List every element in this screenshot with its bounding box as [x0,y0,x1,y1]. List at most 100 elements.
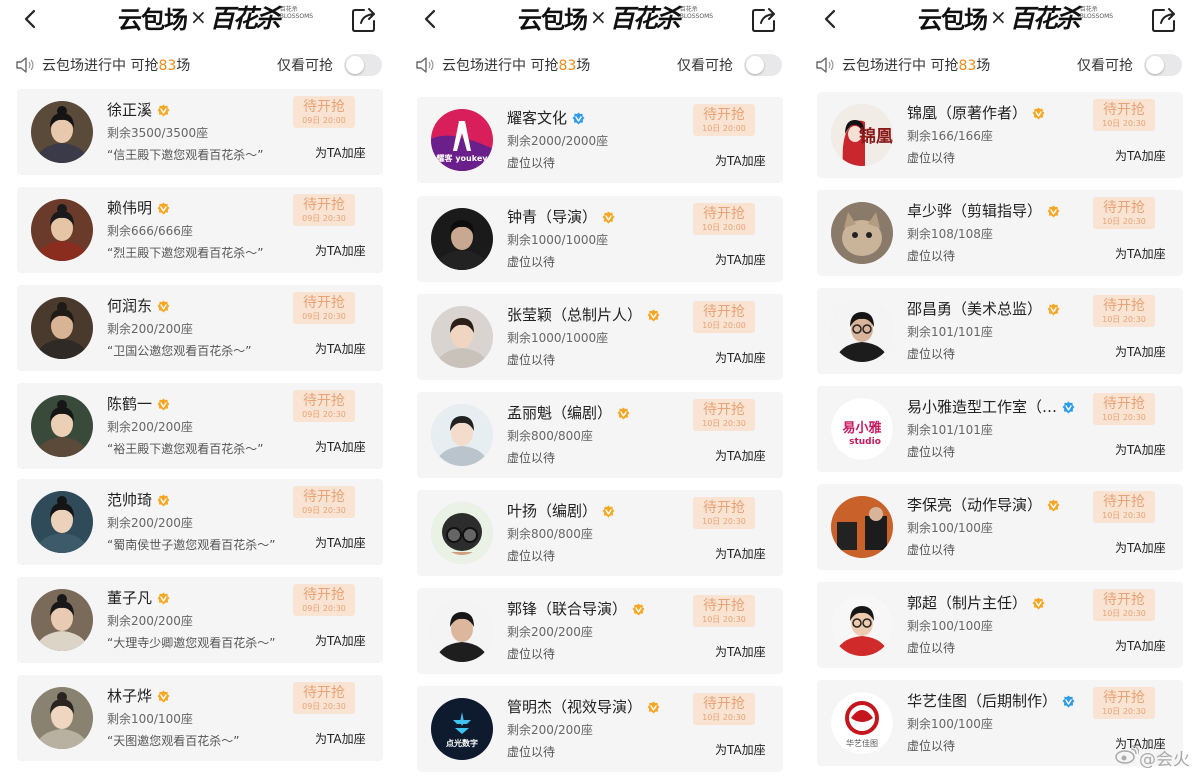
host-avatar[interactable] [31,101,93,163]
add-seat-button[interactable]: 为TA加座 [1115,147,1166,164]
verified-badge-icon [1062,694,1075,708]
screening-card[interactable]: 林子烨 剩余100/100座 “天图邀您观看百花杀～” 待开抢 09日 20:30 为TA… [17,675,383,761]
add-seat-button[interactable]: 为TA加座 [1115,343,1166,360]
host-avatar[interactable]: 华艺佳图 [831,692,893,754]
back-icon[interactable] [418,6,444,32]
drama-logo-text: 百花杀 [209,4,281,33]
host-avatar[interactable] [831,594,893,656]
add-seat-button[interactable]: 为TA加座 [315,144,366,161]
back-icon[interactable] [18,6,44,32]
screening-card[interactable]: 何润东 剩余200/200座 “卫国公邀您观看百花杀～” 待开抢 09日 20:30 为T… [17,285,383,371]
verified-badge-icon [157,397,170,411]
available-only-label: 仅看可抢 [1077,58,1133,74]
add-seat-button[interactable]: 为TA加座 [715,349,766,366]
seats-remaining: 剩余200/200座 [107,322,193,336]
screening-card[interactable]: 赖伟明 剩余666/666座 “烈王殿下邀您观看百花杀～” 待开抢 09日 20:30 为… [17,187,383,273]
screening-card[interactable]: 徐正溪 剩余3500/3500座 “信王殿下邀您观看百花杀～” 待开抢 09日 20:0… [17,89,383,175]
drama-logo-subtitle: 百花杀 BLOSSOMS [1079,6,1114,20]
share-icon[interactable] [350,6,378,34]
add-seat-button[interactable]: 为TA加座 [715,251,766,268]
host-avatar[interactable] [431,600,493,662]
back-icon[interactable] [818,6,844,32]
available-only-toggle[interactable] [1144,54,1182,76]
add-seat-button[interactable]: 为TA加座 [715,447,766,464]
status-prefix: 云包场进行中 可抢 [442,58,559,74]
pending-sale-badge: 待开抢 09日 20:30 [293,486,355,518]
screening-card[interactable]: 郭锋（联合导演） 剩余200/200座 虚位以待 待开抢 10日 20:30 为TA加座 [417,588,783,674]
screening-card[interactable]: 耀客 youkey 耀客文化 剩余2000/2000座 虚位以待 待开抢 10日 20:0… [417,97,783,183]
host-avatar[interactable] [31,491,93,553]
add-seat-button[interactable]: 为TA加座 [315,438,366,455]
pending-label: 待开抢 [303,197,345,213]
screening-card[interactable]: 叶扬（编剧） 剩余800/800座 虚位以待 待开抢 10日 20:30 为TA加座 [417,490,783,576]
host-avatar[interactable]: 锦凰 [831,104,893,166]
invitation-quote: “蜀南侯世子邀您观看百花杀～” [107,538,276,552]
pending-sale-badge: 待开抢 10日 20:00 [693,104,755,136]
host-avatar[interactable]: 点光数字 [431,698,493,760]
add-seat-button[interactable]: 为TA加座 [715,643,766,660]
host-avatar[interactable] [831,300,893,362]
share-icon[interactable] [750,6,778,34]
available-only-toggle[interactable] [744,54,782,76]
screening-card[interactable]: 锦凰 锦凰（原著作者） 剩余166/166座 虚位以待 待开抢 10日 20:30 为TA加… [817,92,1183,178]
sale-time: 09日 20:30 [302,604,346,613]
logo-times-sign: × [190,5,207,29]
share-icon[interactable] [1150,6,1178,34]
sale-time: 10日 20:30 [1102,511,1146,520]
sale-time: 10日 20:30 [1102,413,1146,422]
host-avatar[interactable] [831,202,893,264]
add-seat-button[interactable]: 为TA加座 [715,545,766,562]
seat-status: 虚位以待 [907,249,956,263]
screening-card[interactable]: 易小雅 studio 易小雅造型工作室（… 剩余101/101座 虚位以待 待开抢 10日 … [817,386,1183,472]
host-name-row: 耀客文化 [507,107,585,128]
screening-card[interactable]: 李保亮（动作导演） 剩余100/100座 虚位以待 待开抢 10日 20:30 为TA加座 [817,484,1183,570]
add-seat-button[interactable]: 为TA加座 [315,534,366,551]
pending-label: 待开抢 [703,500,745,516]
host-avatar[interactable] [431,404,493,466]
host-avatar[interactable] [831,496,893,558]
host-avatar[interactable]: 耀客 youkey [431,109,493,171]
host-name-row: 张莹颖（总制片人） [507,304,660,325]
add-seat-button[interactable]: 为TA加座 [1115,637,1166,654]
drama-logo-subtitle: 百花杀 BLOSSOMS [679,6,714,20]
available-only-toggle[interactable] [344,54,382,76]
screening-card[interactable]: 陈鹤一 剩余200/200座 “裕王殿下邀您观看百花杀～” 待开抢 09日 20:30 为… [17,383,383,469]
add-seat-button[interactable]: 为TA加座 [715,152,766,169]
status-bar: 云包场进行中 可抢83场 仅看可抢 [800,52,1184,78]
screening-card[interactable]: 董子凡 剩余200/200座 “大理寺少卿邀您观看百花杀～” 待开抢 09日 20:30… [17,577,383,663]
add-seat-button[interactable]: 为TA加座 [315,632,366,649]
add-seat-button[interactable]: 为TA加座 [1115,539,1166,556]
add-seat-button[interactable]: 为TA加座 [315,340,366,357]
screening-card[interactable]: 钟青（导演） 剩余1000/1000座 虚位以待 待开抢 10日 20:00 为TA加座 [417,196,783,282]
screening-card[interactable]: 卓少骅（剪辑指导） 剩余108/108座 虚位以待 待开抢 10日 20:30 为TA加座 [817,190,1183,276]
add-seat-button[interactable]: 为TA加座 [1115,441,1166,458]
weibo-icon [1115,745,1140,770]
screening-card[interactable]: 孟丽魁（编剧） 剩余800/800座 虚位以待 待开抢 10日 20:30 为TA加座 [417,392,783,478]
host-avatar[interactable] [431,306,493,368]
screening-card[interactable]: 点光数字 管明杰（视效导演） 剩余200/200座 虚位以待 待开抢 10日 20:30 为… [417,686,783,772]
host-avatar[interactable] [431,208,493,270]
seat-status: 虚位以待 [507,451,556,465]
host-avatar[interactable] [31,199,93,261]
add-seat-button[interactable]: 为TA加座 [715,741,766,758]
sale-time: 10日 20:30 [702,419,746,428]
screening-card[interactable]: 邵昌勇（美术总监） 剩余101/101座 虚位以待 待开抢 10日 20:30 为TA加座 [817,288,1183,374]
status-text: 云包场进行中 可抢83场 [442,55,590,75]
host-name-row: 邵昌勇（美术总监） [907,298,1060,319]
svg-text:studio: studio [849,437,881,447]
host-avatar[interactable] [31,687,93,749]
pending-label: 待开抢 [303,685,345,701]
host-avatar[interactable] [431,502,493,564]
host-avatar[interactable] [31,297,93,359]
screening-card[interactable]: 郭超（制片主任） 剩余100/100座 虚位以待 待开抢 10日 20:30 为TA加座 [817,582,1183,668]
add-seat-button[interactable]: 为TA加座 [315,242,366,259]
seats-remaining: 剩余666/666座 [107,224,193,238]
screening-card[interactable]: 范帅琦 剩余200/200座 “蜀南侯世子邀您观看百花杀～” 待开抢 09日 20:30… [17,479,383,565]
add-seat-button[interactable]: 为TA加座 [1115,245,1166,262]
screening-card[interactable]: 张莹颖（总制片人） 剩余1000/1000座 虚位以待 待开抢 10日 20:00 为TA… [417,294,783,380]
invitation-quote: “天图邀您观看百花杀～” [107,734,240,748]
host-avatar[interactable]: 易小雅 studio [831,398,893,460]
add-seat-button[interactable]: 为TA加座 [315,730,366,747]
host-avatar[interactable] [31,395,93,457]
host-avatar[interactable] [31,589,93,651]
